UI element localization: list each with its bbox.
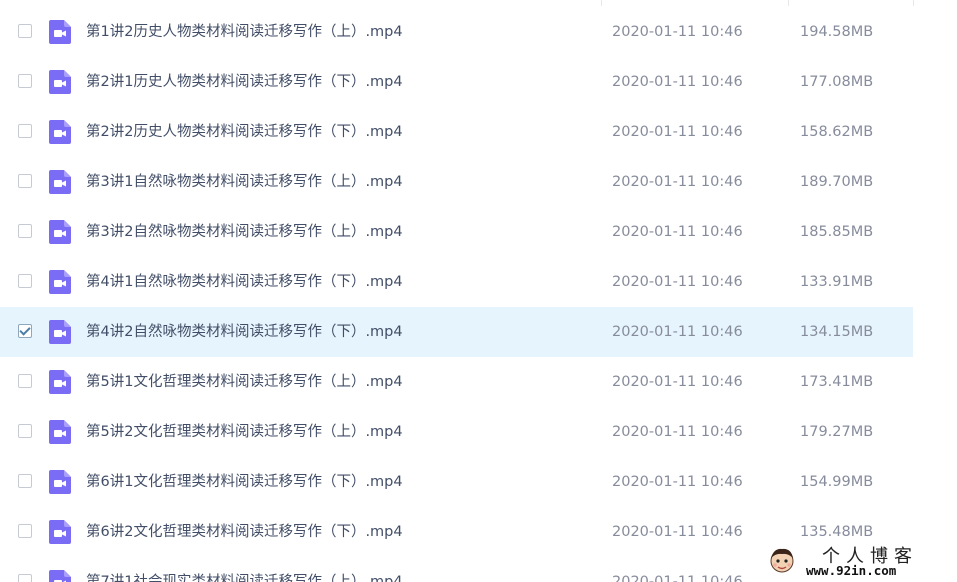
row-checkbox[interactable] [18, 474, 32, 488]
file-name[interactable]: 第2讲1历史人物类材料阅读迁移写作（下）.mp4 [86, 73, 403, 91]
video-file-icon [49, 220, 71, 244]
file-name[interactable]: 第3讲2自然咏物类材料阅读迁移写作（上）.mp4 [86, 223, 403, 241]
file-modified-date: 2020-01-11 10:46 [612, 24, 743, 40]
file-row[interactable]: 第5讲1文化哲理类材料阅读迁移写作（上）.mp4 2020-01-11 10:46… [0, 357, 913, 407]
file-name[interactable]: 第5讲1文化哲理类材料阅读迁移写作（上）.mp4 [86, 373, 403, 391]
file-size: 185.85MB [800, 224, 874, 240]
column-divider-date[interactable] [601, 0, 602, 6]
watermark-url: www.92in.com [806, 563, 897, 578]
file-row[interactable]: 第5讲2文化哲理类材料阅读迁移写作（上）.mp4 2020-01-11 10:46… [0, 407, 913, 457]
video-file-icon [49, 120, 71, 144]
row-checkbox[interactable] [18, 324, 32, 338]
video-file-icon [49, 320, 71, 344]
video-file-icon [49, 420, 71, 444]
row-checkbox[interactable] [18, 224, 32, 238]
file-size: 133.91MB [800, 274, 874, 290]
file-size: 189.70MB [800, 174, 874, 190]
file-size: 177.08MB [800, 74, 874, 90]
video-file-icon [49, 520, 71, 544]
row-checkbox[interactable] [18, 574, 32, 582]
file-name[interactable]: 第2讲2历史人物类材料阅读迁移写作（下）.mp4 [86, 123, 403, 141]
row-checkbox[interactable] [18, 24, 32, 38]
avatar-cartoon-icon [770, 548, 794, 573]
file-modified-date: 2020-01-11 10:46 [612, 274, 743, 290]
row-checkbox[interactable] [18, 524, 32, 538]
file-modified-date: 2020-01-11 10:46 [612, 224, 743, 240]
video-file-icon [49, 470, 71, 494]
file-modified-date: 2020-01-11 10:46 [612, 324, 743, 340]
file-size: 134.15MB [800, 324, 874, 340]
file-modified-date: 2020-01-11 10:46 [612, 524, 743, 540]
file-row[interactable]: 第4讲1自然咏物类材料阅读迁移写作（下）.mp4 2020-01-11 10:46… [0, 257, 913, 307]
file-modified-date: 2020-01-11 10:46 [612, 174, 743, 190]
file-size: 135.48MB [800, 524, 874, 540]
file-size: 173.41MB [800, 374, 874, 390]
file-name[interactable]: 第6讲1文化哲理类材料阅读迁移写作（下）.mp4 [86, 473, 403, 491]
video-file-icon [49, 570, 71, 582]
file-name[interactable]: 第4讲1自然咏物类材料阅读迁移写作（下）.mp4 [86, 273, 403, 291]
video-file-icon [49, 370, 71, 394]
video-file-icon [49, 270, 71, 294]
row-checkbox[interactable] [18, 374, 32, 388]
row-checkbox[interactable] [18, 124, 32, 138]
file-row[interactable]: 第3讲1自然咏物类材料阅读迁移写作（上）.mp4 2020-01-11 10:46… [0, 157, 913, 207]
video-file-icon [49, 20, 71, 44]
file-row[interactable]: 第2讲1历史人物类材料阅读迁移写作（下）.mp4 2020-01-11 10:46… [0, 57, 913, 107]
file-name[interactable]: 第7讲1社会现实类材料阅读迁移写作（上）.mp4 [86, 573, 403, 582]
file-browser-page: 第1讲2历史人物类材料阅读迁移写作（上）.mp4 2020-01-11 10:46… [0, 0, 957, 582]
file-name[interactable]: 第6讲2文化哲理类材料阅读迁移写作（下）.mp4 [86, 523, 403, 541]
file-row[interactable]: 第4讲2自然咏物类材料阅读迁移写作（下）.mp4 2020-01-11 10:46… [0, 307, 913, 357]
row-checkbox[interactable] [18, 424, 32, 438]
file-modified-date: 2020-01-11 10:46 [612, 74, 743, 90]
checkmark-icon [19, 324, 31, 336]
file-name[interactable]: 第3讲1自然咏物类材料阅读迁移写作（上）.mp4 [86, 173, 403, 191]
file-modified-date: 2020-01-11 10:46 [612, 374, 743, 390]
file-modified-date: 2020-01-11 10:46 [612, 424, 743, 440]
video-file-icon [49, 70, 71, 94]
site-watermark: 个人博客 www.92in.com [762, 540, 954, 582]
file-name[interactable]: 第1讲2历史人物类材料阅读迁移写作（上）.mp4 [86, 23, 403, 41]
column-divider-size[interactable] [788, 0, 789, 6]
file-name[interactable]: 第4讲2自然咏物类材料阅读迁移写作（下）.mp4 [86, 323, 403, 341]
file-size: 154.99MB [800, 474, 874, 490]
file-size: 179.27MB [800, 424, 874, 440]
file-row[interactable]: 第2讲2历史人物类材料阅读迁移写作（下）.mp4 2020-01-11 10:46… [0, 107, 913, 157]
file-size: 194.58MB [800, 24, 874, 40]
file-row[interactable]: 第1讲2历史人物类材料阅读迁移写作（上）.mp4 2020-01-11 10:46… [0, 7, 913, 57]
row-checkbox[interactable] [18, 174, 32, 188]
file-size: 158.62MB [800, 124, 874, 140]
file-modified-date: 2020-01-11 10:46 [612, 124, 743, 140]
file-modified-date: 2020-01-11 10:46 [612, 474, 743, 490]
row-checkbox[interactable] [18, 74, 32, 88]
file-list: 第1讲2历史人物类材料阅读迁移写作（上）.mp4 2020-01-11 10:46… [0, 7, 913, 582]
column-divider-end[interactable] [913, 0, 914, 6]
file-modified-date: 2020-01-11 10:46 [612, 574, 743, 582]
file-row[interactable]: 第3讲2自然咏物类材料阅读迁移写作（上）.mp4 2020-01-11 10:46… [0, 207, 913, 257]
file-row[interactable]: 第6讲1文化哲理类材料阅读迁移写作（下）.mp4 2020-01-11 10:46… [0, 457, 913, 507]
row-checkbox[interactable] [18, 274, 32, 288]
video-file-icon [49, 170, 71, 194]
file-name[interactable]: 第5讲2文化哲理类材料阅读迁移写作（上）.mp4 [86, 423, 403, 441]
